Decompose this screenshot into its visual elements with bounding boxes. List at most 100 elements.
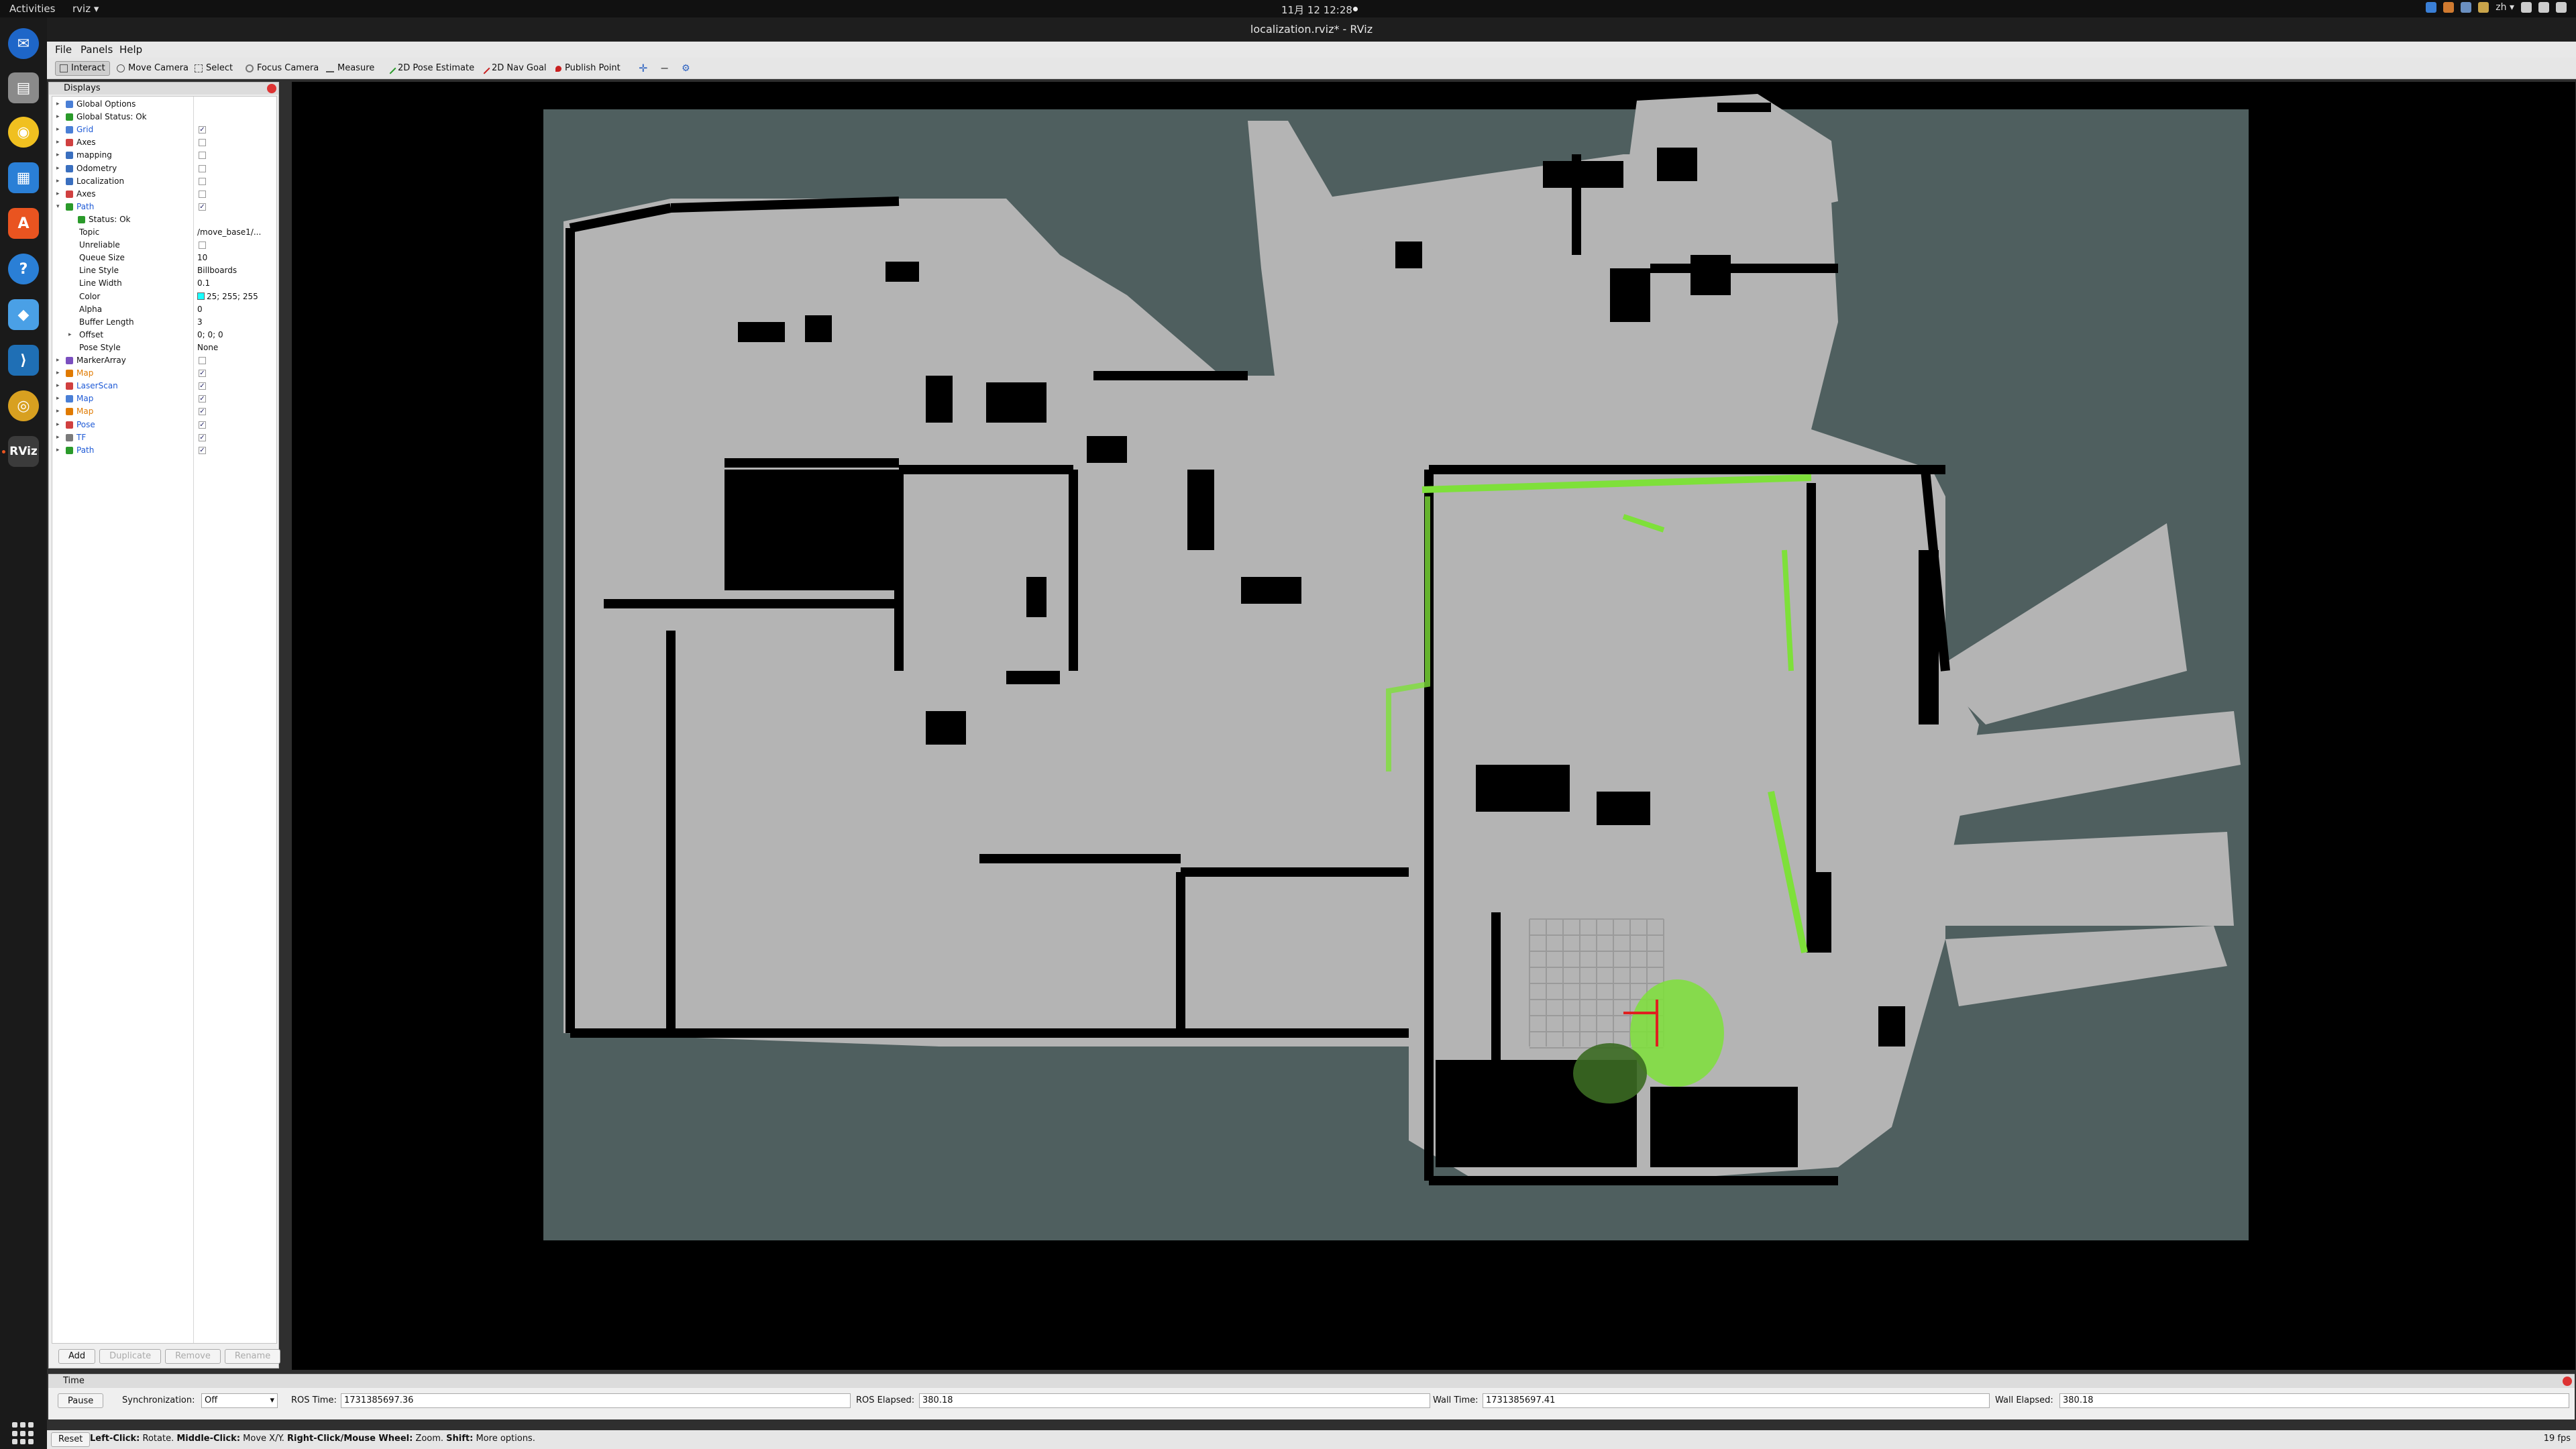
files-icon[interactable]: ▤ bbox=[8, 72, 39, 103]
enable-checkbox[interactable]: ✓ bbox=[199, 370, 206, 378]
nav-goal-tool[interactable]: 2D Nav Goal bbox=[476, 61, 551, 76]
sync-select[interactable]: Off ▾ bbox=[201, 1393, 278, 1408]
property-value[interactable]: None bbox=[197, 341, 274, 354]
display-row[interactable]: ▸ Map ✓ bbox=[52, 392, 276, 405]
enable-checkbox[interactable] bbox=[199, 190, 206, 198]
display-row[interactable]: ▸ TF ✓ bbox=[52, 431, 276, 444]
battery-icon[interactable] bbox=[2556, 2, 2567, 13]
show-apps-icon[interactable] bbox=[12, 1422, 35, 1445]
display-row[interactable]: ▸ Localization bbox=[52, 175, 276, 188]
display-row[interactable]: Topic/move_base1/... bbox=[52, 226, 276, 239]
enable-checkbox[interactable]: ✓ bbox=[199, 433, 206, 441]
display-row[interactable]: Color 25; 255; 255 bbox=[52, 290, 276, 303]
display-row[interactable]: ▾ Path ✓ bbox=[52, 201, 276, 213]
display-row[interactable]: ▸ mapping bbox=[52, 149, 276, 162]
app-menu[interactable]: rviz ▾ bbox=[72, 3, 99, 15]
render-view[interactable] bbox=[292, 82, 2575, 1370]
wall-time-field[interactable]: 1731385697.41 bbox=[1483, 1393, 1990, 1408]
expand-arrow-icon[interactable]: ▸ bbox=[56, 431, 62, 444]
enable-checkbox[interactable]: ✓ bbox=[199, 408, 206, 416]
expand-arrow-icon[interactable]: ▸ bbox=[56, 111, 62, 123]
reset-button[interactable]: Reset bbox=[51, 1432, 91, 1447]
display-row[interactable]: ▸ LaserScan ✓ bbox=[52, 380, 276, 392]
duplicate-button[interactable]: Duplicate bbox=[99, 1349, 162, 1364]
menu-panels[interactable]: Panels bbox=[80, 44, 113, 56]
property-value[interactable]: 10 bbox=[197, 252, 274, 264]
feishu-icon[interactable]: ◆ bbox=[8, 299, 39, 330]
pause-button[interactable]: Pause bbox=[58, 1393, 104, 1408]
chrome-icon[interactable]: ◎ bbox=[8, 390, 39, 421]
property-value[interactable]: Billboards bbox=[197, 264, 274, 277]
display-row[interactable]: ▸ Offset 0; 0; 0 bbox=[52, 329, 276, 341]
display-row[interactable]: ▸ MarkerArray bbox=[52, 354, 276, 367]
property-value[interactable]: 25; 255; 255 bbox=[197, 290, 274, 303]
activities-button[interactable]: Activities bbox=[9, 3, 55, 15]
enable-checkbox[interactable]: ✓ bbox=[199, 203, 206, 211]
enable-checkbox[interactable]: ✓ bbox=[199, 421, 206, 429]
display-row[interactable]: ▸ Global Status: Ok bbox=[52, 111, 276, 123]
expand-arrow-icon[interactable]: ▸ bbox=[56, 444, 62, 457]
close-panel-icon[interactable] bbox=[267, 84, 276, 93]
display-row[interactable]: Alpha 0 bbox=[52, 303, 276, 316]
display-row[interactable]: ▸ Odometry bbox=[52, 162, 276, 175]
measure-tool[interactable]: Measure bbox=[322, 61, 378, 76]
display-row[interactable]: ▸ Grid ✓ bbox=[52, 123, 276, 136]
enable-checkbox[interactable] bbox=[199, 357, 206, 364]
ros-time-field[interactable]: 1731385697.36 bbox=[341, 1393, 851, 1408]
remove-button[interactable]: Remove bbox=[165, 1349, 221, 1364]
rhythmbox-icon[interactable]: ◉ bbox=[8, 117, 39, 148]
rviz-icon[interactable]: RViz bbox=[8, 436, 39, 467]
wall-elapsed-field[interactable]: 380.18 bbox=[2059, 1393, 2569, 1408]
expand-arrow-icon[interactable]: ▸ bbox=[56, 123, 62, 136]
display-row[interactable]: ▸ Global Options bbox=[52, 98, 276, 111]
interact-tool[interactable]: Interact bbox=[55, 61, 110, 76]
help-icon[interactable]: ? bbox=[8, 254, 39, 284]
expand-arrow-icon[interactable]: ▸ bbox=[56, 136, 62, 149]
display-row[interactable]: ▸ Pose ✓ bbox=[52, 419, 276, 431]
publish-point-tool[interactable]: Publish Point bbox=[551, 61, 625, 76]
menu-help[interactable]: Help bbox=[119, 44, 142, 56]
expand-arrow-icon[interactable]: ▸ bbox=[56, 188, 62, 201]
display-row[interactable]: Queue Size 10 bbox=[52, 252, 276, 264]
thunderbird-icon[interactable]: ✉ bbox=[8, 28, 39, 59]
expand-arrow-icon[interactable]: ▸ bbox=[56, 162, 62, 175]
volume-icon[interactable] bbox=[2538, 2, 2549, 13]
enable-checkbox[interactable] bbox=[199, 177, 206, 185]
network-share-icon[interactable] bbox=[2426, 2, 2437, 13]
pose-estimate-tool[interactable]: 2D Pose Estimate bbox=[382, 61, 478, 76]
enable-checkbox[interactable]: ✓ bbox=[199, 446, 206, 454]
writer-icon[interactable]: ▦ bbox=[8, 162, 39, 193]
displays-tree[interactable]: ▸ Global Options ▸ Global Status: Ok ▸ Grid ✓ ▸… bbox=[52, 96, 277, 1344]
display-row[interactable]: Buffer Length 3 bbox=[52, 316, 276, 329]
input-method-indicator[interactable]: zh ▾ bbox=[2496, 2, 2514, 13]
property-value[interactable]: 0.1 bbox=[197, 277, 274, 290]
bluetooth-icon[interactable] bbox=[2461, 2, 2472, 13]
app-tray-icon[interactable] bbox=[2443, 2, 2455, 13]
menu-file[interactable]: File bbox=[55, 44, 72, 56]
select-tool[interactable]: Select bbox=[191, 61, 237, 76]
expand-arrow-icon[interactable]: ▸ bbox=[56, 380, 62, 392]
expand-arrow-icon[interactable]: ▸ bbox=[68, 329, 74, 341]
enable-checkbox[interactable] bbox=[199, 152, 206, 160]
display-row[interactable]: Line Style Billboards bbox=[52, 264, 276, 277]
enable-checkbox[interactable]: ✓ bbox=[199, 395, 206, 403]
display-row[interactable]: ▸ Axes bbox=[52, 136, 276, 149]
dropbox-icon[interactable] bbox=[2478, 2, 2489, 13]
wifi-icon[interactable] bbox=[2521, 2, 2532, 13]
expand-arrow-icon[interactable]: ▸ bbox=[56, 367, 62, 380]
property-value[interactable]: 0 bbox=[197, 303, 274, 316]
app-center-icon[interactable]: A bbox=[8, 208, 39, 239]
expand-arrow-icon[interactable]: ▸ bbox=[56, 419, 62, 431]
enable-checkbox[interactable]: ✓ bbox=[199, 126, 206, 134]
expand-arrow-icon[interactable]: ▸ bbox=[56, 405, 62, 418]
display-row[interactable]: ▸ Map ✓ bbox=[52, 405, 276, 418]
close-time-panel-icon[interactable] bbox=[2563, 1377, 2572, 1386]
property-value[interactable]: /move_base1/... bbox=[197, 226, 274, 239]
enable-checkbox[interactable] bbox=[199, 241, 206, 250]
expand-arrow-icon[interactable]: ▸ bbox=[56, 354, 62, 367]
remove-tool-icon[interactable]: − bbox=[656, 61, 673, 76]
display-row[interactable]: ▸ Axes bbox=[52, 188, 276, 201]
expand-arrow-icon[interactable]: ▸ bbox=[56, 392, 62, 405]
clock[interactable]: 11月 12 12:28 bbox=[1281, 3, 1352, 17]
display-row[interactable]: ▸ Path ✓ bbox=[52, 444, 276, 457]
